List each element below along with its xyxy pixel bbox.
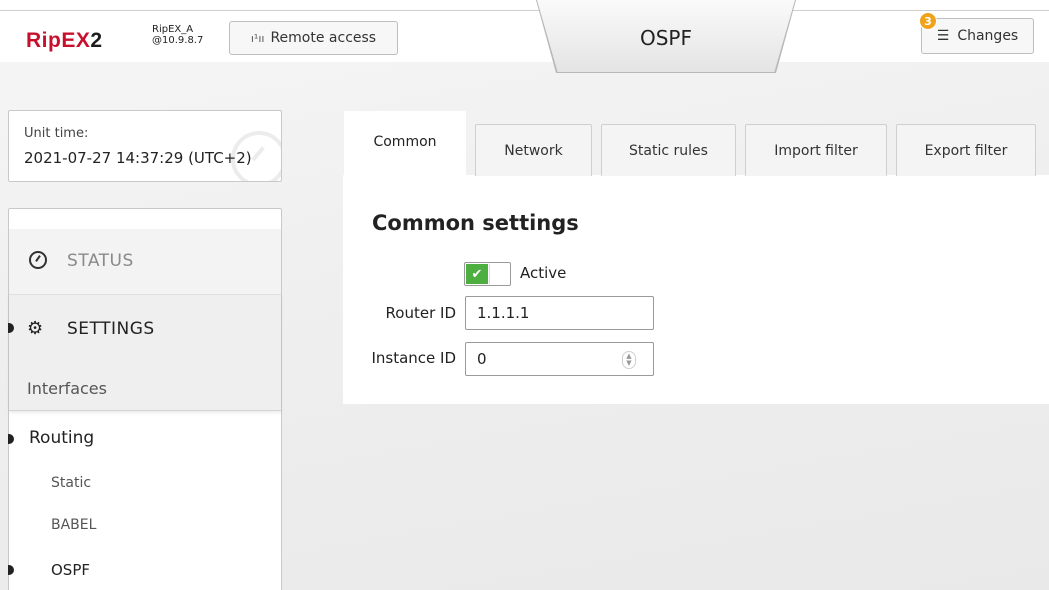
- content-panel: [343, 175, 1049, 404]
- router-id-field[interactable]: 1.1.1.1: [465, 296, 654, 330]
- list-icon: ☰: [936, 28, 950, 44]
- unit-time-label: Unit time:: [24, 126, 89, 141]
- sidebar-item-babel[interactable]: BABEL: [51, 517, 96, 533]
- active-toggle[interactable]: ✔: [464, 262, 511, 286]
- gears-icon: ⚙: [27, 318, 44, 339]
- top-bar: RipEX2 RipEX_A @10.9.8.7 ı¹ıı Remote acc…: [0, 10, 1049, 62]
- tab-common[interactable]: Common: [344, 111, 466, 177]
- top-strip: [0, 0, 1049, 10]
- section-title: Common settings: [372, 211, 579, 235]
- instance-id-label: Instance ID: [371, 349, 456, 367]
- tab-network[interactable]: Network: [475, 124, 592, 176]
- sidebar-item-routing[interactable]: Routing: [29, 428, 94, 448]
- unit-name: RipEX_A: [152, 24, 194, 35]
- sidebar-item-status[interactable]: STATUS: [9, 229, 281, 295]
- toggle-knob: [489, 264, 509, 284]
- expand-bullet-icon: [8, 323, 14, 333]
- spinner-arrows-icon[interactable]: ▲ ▼: [622, 351, 636, 369]
- dashboard-icon: [29, 251, 47, 269]
- check-icon: ✔: [466, 264, 488, 284]
- active-label: Active: [520, 264, 567, 282]
- tab-static-rules[interactable]: Static rules: [601, 124, 736, 176]
- antenna-icon: ı¹ıı: [250, 31, 265, 45]
- expand-bullet-icon: [8, 434, 14, 444]
- changes-button[interactable]: ☰ Changes: [921, 18, 1034, 54]
- unit-time-panel: Unit time: 2021-07-27 14:37:29 (UTC+2): [8, 110, 282, 182]
- unit-info: RipEX_A @10.9.8.7: [152, 24, 203, 46]
- remote-access-label: Remote access: [270, 30, 377, 46]
- sidebar-item-interfaces[interactable]: Interfaces: [27, 379, 107, 398]
- changes-label: Changes: [957, 28, 1019, 44]
- remote-access-button[interactable]: ı¹ıı Remote access: [229, 21, 398, 55]
- sidebar-menu: STATUS ⚙ SETTINGS Interfaces Routing Sta…: [8, 208, 282, 590]
- selected-bullet-icon: [8, 565, 14, 575]
- unit-time-value: 2021-07-27 14:37:29 (UTC+2): [24, 149, 252, 167]
- sidebar-item-settings-label: SETTINGS: [67, 319, 155, 339]
- sidebar-item-status-label: STATUS: [67, 251, 134, 271]
- unit-ip: @10.9.8.7: [152, 35, 204, 46]
- router-id-label: Router ID: [385, 304, 456, 322]
- changes-count-badge: 3: [919, 12, 937, 30]
- ripex-logo: RipEX2: [26, 29, 103, 52]
- page-title: OSPF: [639, 26, 692, 50]
- sidebar-item-static[interactable]: Static: [51, 475, 91, 491]
- tab-import-filter[interactable]: Import filter: [745, 124, 887, 176]
- sidebar-item-ospf[interactable]: OSPF: [51, 561, 90, 579]
- tab-export-filter[interactable]: Export filter: [896, 124, 1036, 176]
